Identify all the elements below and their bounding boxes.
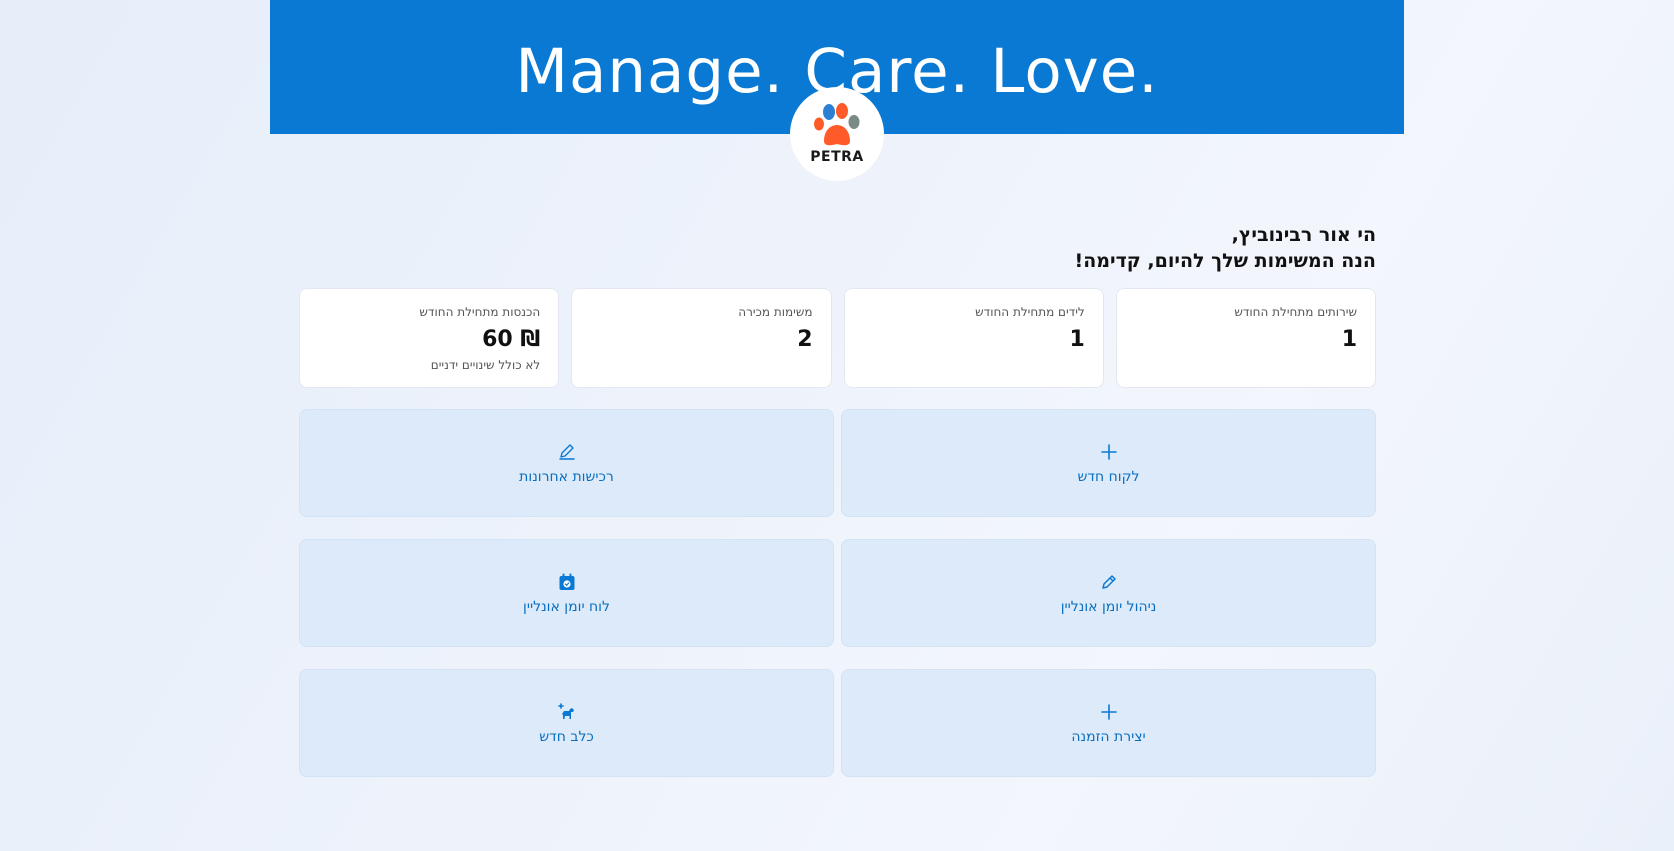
petra-logo: PETRA [790, 87, 884, 181]
recent-purchases-button[interactable]: רכישות אחרונות [299, 409, 834, 517]
plus-icon [1098, 441, 1120, 463]
create-order-button[interactable]: יצירת הזמנה [841, 669, 1376, 777]
stat-label: הכנסות מתחילת החודש [419, 305, 541, 319]
stat-value: ₪ 60 [482, 327, 541, 352]
greeting-line-2: הנה המשימות שלך להיום, קדימה! [1074, 250, 1376, 272]
action-label: יצירת הזמנה [1071, 729, 1146, 745]
logo-text: PETRA [810, 149, 864, 165]
quick-actions: לקוח חדש רכישות אחרונות ניהול יומן אונלי… [299, 409, 1376, 777]
dog-add-icon [556, 701, 578, 723]
action-label: לוח יומן אונליין [523, 599, 610, 615]
action-label: ניהול יומן אונליין [1060, 599, 1157, 615]
calendar-check-icon [556, 571, 578, 593]
stat-card-revenue: הכנסות מתחילת החודש ₪ 60 לא כולל שינויים… [299, 288, 560, 388]
manage-online-calendar-button[interactable]: ניהול יומן אונליין [841, 539, 1376, 647]
stats-row: שירותים מתחילת החודש 1 לידים מתחילת החוד… [299, 288, 1376, 388]
stat-label: משימות מכירה [738, 305, 813, 319]
stat-note: לא כולל שינויים ידניים [430, 358, 541, 372]
action-label: כלב חדש [539, 729, 594, 745]
stat-value: 2 [797, 327, 813, 352]
pencil-icon [1098, 571, 1120, 593]
stat-card-sales-tasks: משימות מכירה 2 [571, 288, 832, 388]
pen-icon [556, 441, 578, 463]
greeting: הי אור רבינוביץ, הנה המשימות שלך להיום, … [1075, 222, 1376, 274]
action-label: לקוח חדש [1077, 469, 1140, 485]
online-calendar-button[interactable]: לוח יומן אונליין [299, 539, 834, 647]
stat-label: לידים מתחילת החודש [975, 305, 1085, 319]
stat-value: 1 [1069, 327, 1085, 352]
stat-card-leads: לידים מתחילת החודש 1 [843, 288, 1104, 388]
new-customer-button[interactable]: לקוח חדש [841, 409, 1376, 517]
stat-value: 1 [1341, 327, 1357, 352]
new-dog-button[interactable]: כלב חדש [299, 669, 834, 777]
greeting-line-1: הי אור רבינוביץ, [1231, 224, 1376, 246]
plus-icon [1098, 701, 1120, 723]
paw-icon [814, 103, 860, 146]
stat-card-services: שירותים מתחילת החודש 1 [1115, 288, 1376, 388]
action-label: רכישות אחרונות [519, 469, 614, 485]
stat-label: שירותים מתחילת החודש [1234, 305, 1357, 319]
